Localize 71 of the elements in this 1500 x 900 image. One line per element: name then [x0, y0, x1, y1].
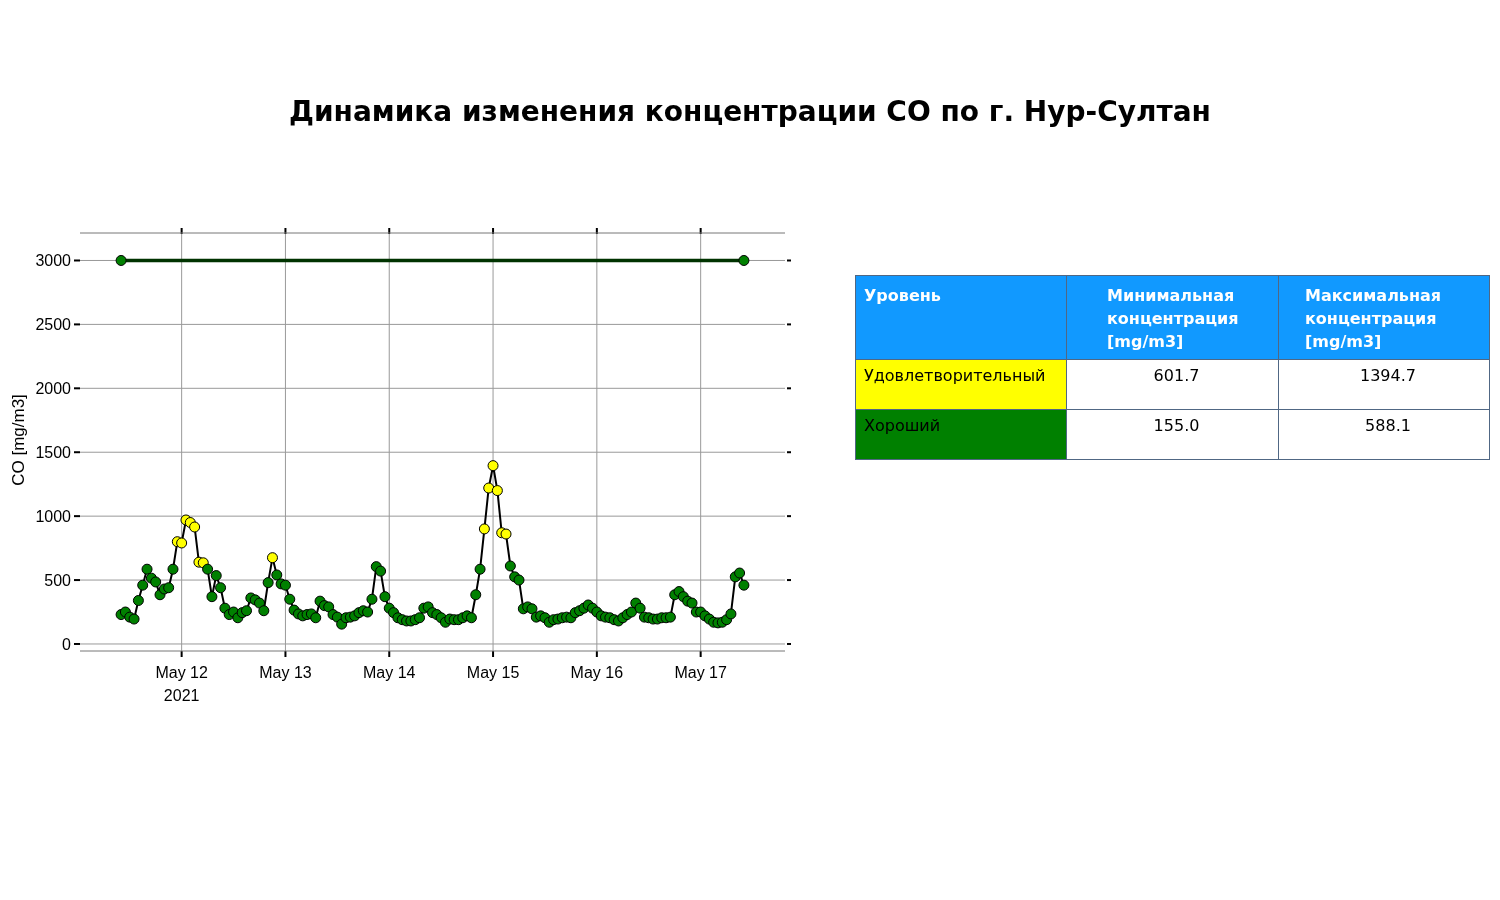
- table-header-cell: Максимальная концентрация [mg/m3]: [1279, 276, 1490, 360]
- data-point: [206, 591, 218, 603]
- data-point: [163, 582, 175, 594]
- data-point: [254, 597, 265, 609]
- data-point: [379, 591, 391, 603]
- axis-tick-label: 1000: [35, 508, 71, 526]
- table-cell: 1394.7: [1279, 360, 1490, 410]
- table-cell: 601.7: [1067, 360, 1279, 410]
- data-point: [323, 601, 335, 613]
- data-point: [215, 582, 227, 594]
- axis-tick-label: May 16: [570, 664, 624, 681]
- data-point: [279, 579, 291, 591]
- data-point: [478, 523, 490, 535]
- axis-tick-label: May 15: [466, 664, 520, 681]
- axis-tick-label: May 14: [363, 664, 416, 681]
- data-point: [734, 567, 746, 579]
- axis-tick-label: 500: [44, 572, 71, 590]
- data-point: [504, 560, 516, 572]
- data-point: [189, 521, 201, 533]
- data-point: [375, 565, 387, 577]
- data-point: [366, 593, 378, 605]
- data-point: [362, 606, 374, 618]
- data-point: [310, 612, 322, 624]
- data-point: [128, 613, 140, 625]
- data-point: [465, 612, 477, 624]
- data-point: [210, 570, 222, 582]
- axis-tick-label: May 17: [674, 664, 727, 681]
- table-cell: Хороший: [856, 410, 1067, 460]
- data-point: [266, 552, 278, 564]
- data-point: [738, 579, 750, 591]
- data-point: [686, 597, 698, 609]
- data-point: [738, 255, 750, 266]
- data-point: [483, 482, 495, 494]
- data-point: [284, 593, 296, 605]
- data-point: [487, 460, 499, 472]
- table-cell: Удовлетворительный: [856, 360, 1067, 410]
- data-point: [137, 579, 149, 591]
- axis-tick-label: May 12 2021: [155, 664, 208, 704]
- table-cell: 588.1: [1279, 410, 1490, 460]
- axis-tick-label: 2500: [35, 316, 71, 334]
- chart-title: Динамика изменения концентрации CO по г. Нур-Султан: [289, 94, 1211, 130]
- data-point: [150, 576, 162, 588]
- data-point: [513, 574, 525, 586]
- data-point: [470, 589, 482, 601]
- data-point: [241, 605, 252, 617]
- axis-tick-label: 1500: [35, 444, 71, 462]
- data-point: [491, 485, 503, 497]
- data-point: [271, 569, 283, 581]
- table-header-cell: Минимальная концентрация [mg/m3]: [1067, 276, 1279, 360]
- data-point: [526, 603, 538, 615]
- table-cell: 155.0: [1067, 410, 1279, 460]
- axis-title: CO [mg/m3]: [9, 394, 28, 486]
- data-point: [500, 528, 512, 540]
- axis-tick-label: 2000: [35, 380, 71, 398]
- data-point: [725, 608, 737, 620]
- data-point: [262, 577, 274, 589]
- axis-tick-label: 3000: [35, 252, 71, 270]
- data-point: [414, 612, 426, 624]
- axis-tick-label: May 13: [259, 664, 312, 681]
- data-point: [132, 595, 144, 606]
- data-point: [176, 537, 188, 549]
- data-point: [141, 563, 153, 575]
- data-point: [474, 563, 486, 575]
- data-point: [115, 255, 127, 266]
- axis-tick-label: 0: [62, 635, 71, 653]
- table-header-cell: Уровень: [856, 276, 1067, 360]
- data-point: [258, 605, 270, 617]
- data-point: [625, 606, 637, 618]
- data-point: [167, 563, 179, 575]
- data-point: [634, 602, 646, 614]
- data-point: [202, 563, 214, 575]
